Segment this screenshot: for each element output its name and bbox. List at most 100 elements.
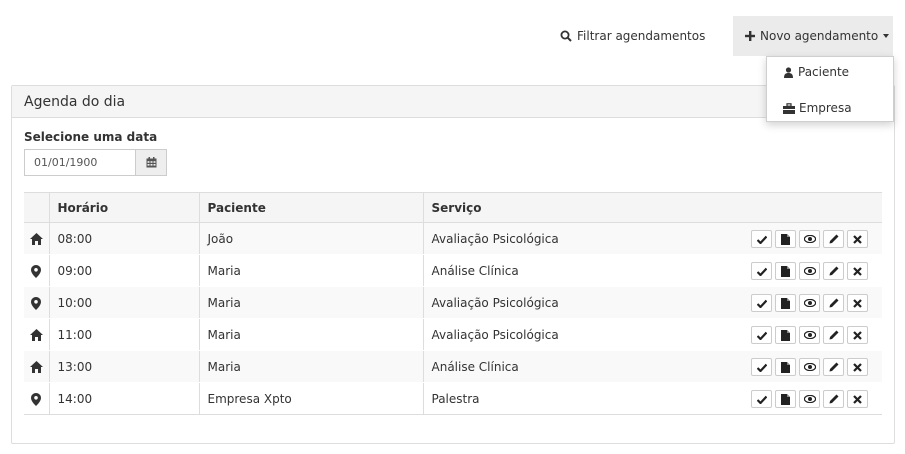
delete-icon	[853, 330, 862, 340]
delete-button[interactable]	[847, 358, 868, 376]
home-icon	[29, 233, 43, 245]
view-button[interactable]	[799, 326, 820, 344]
document-button[interactable]	[775, 262, 796, 280]
row-actions	[751, 390, 868, 408]
daily-agenda-panel: Agenda do dia Selecione uma data Horário…	[11, 85, 895, 444]
document-button[interactable]	[775, 358, 796, 376]
menu-item-label: Paciente	[798, 65, 850, 79]
document-button[interactable]	[775, 390, 796, 408]
view-icon	[803, 395, 816, 403]
date-input[interactable]	[24, 149, 135, 176]
view-icon	[803, 235, 816, 243]
user-icon	[784, 66, 793, 78]
delete-button[interactable]	[847, 230, 868, 248]
view-button[interactable]	[799, 230, 820, 248]
edit-button[interactable]	[823, 358, 844, 376]
row-actions	[751, 358, 868, 376]
edit-icon	[829, 362, 839, 372]
search-icon	[560, 30, 572, 42]
row-type-cell	[24, 286, 49, 319]
table-header-row: Horário Paciente Serviço	[24, 192, 882, 223]
caret-down-icon	[883, 34, 890, 38]
document-button[interactable]	[775, 230, 796, 248]
row-service-cell: Análise Clínica	[422, 350, 882, 383]
briefcase-icon	[783, 102, 795, 114]
edit-icon	[829, 330, 839, 340]
delete-button[interactable]	[847, 262, 868, 280]
confirm-button[interactable]	[751, 294, 772, 312]
row-service: Avaliação Psicológica	[431, 295, 559, 310]
confirm-icon	[756, 235, 767, 244]
delete-icon	[853, 362, 862, 372]
view-button[interactable]	[799, 358, 820, 376]
table-row: 08:00 João Avaliação Psicológica	[24, 222, 882, 255]
confirm-button[interactable]	[751, 358, 772, 376]
view-button[interactable]	[799, 262, 820, 280]
row-time: 13:00	[48, 350, 199, 383]
table-row: 13:00 Maria Análise Clínica	[24, 350, 882, 383]
confirm-button[interactable]	[751, 390, 772, 408]
delete-button[interactable]	[847, 294, 868, 312]
view-icon	[803, 331, 816, 339]
edit-icon	[829, 266, 839, 276]
row-type-cell	[24, 254, 49, 287]
table-row: 14:00 Empresa Xpto Palestra	[24, 382, 882, 415]
row-time: 14:00	[48, 382, 199, 415]
header-type	[24, 192, 49, 223]
row-time: 11:00	[48, 318, 199, 351]
delete-button[interactable]	[847, 390, 868, 408]
row-service: Palestra	[431, 391, 480, 406]
edit-button[interactable]	[823, 230, 844, 248]
table-row: 10:00 Maria Avaliação Psicológica	[24, 286, 882, 319]
view-button[interactable]	[799, 390, 820, 408]
view-icon	[803, 267, 816, 275]
date-label: Selecione uma data	[24, 130, 158, 144]
confirm-button[interactable]	[751, 262, 772, 280]
document-icon	[781, 361, 790, 373]
delete-icon	[853, 298, 862, 308]
document-button[interactable]	[775, 326, 796, 344]
document-icon	[781, 233, 790, 245]
header-time: Horário	[48, 192, 199, 223]
confirm-icon	[756, 363, 767, 372]
plus-icon	[745, 31, 755, 41]
document-icon	[781, 297, 790, 309]
map-marker-icon	[31, 392, 42, 406]
edit-button[interactable]	[823, 390, 844, 408]
row-patient: Maria	[198, 318, 423, 351]
row-time: 10:00	[48, 286, 199, 319]
row-type-cell	[24, 222, 49, 255]
delete-icon	[853, 394, 862, 404]
home-icon	[29, 329, 43, 341]
edit-icon	[829, 298, 839, 308]
view-icon	[803, 363, 816, 371]
row-time: 09:00	[48, 254, 199, 287]
new-appointment-label: Novo agendamento	[760, 29, 879, 43]
confirm-icon	[756, 267, 767, 276]
menu-item-empresa[interactable]: Empresa	[767, 98, 893, 118]
row-actions	[751, 294, 868, 312]
map-marker-icon	[31, 296, 42, 310]
confirm-button[interactable]	[751, 326, 772, 344]
calendar-button[interactable]	[135, 149, 167, 176]
filter-appointments-button[interactable]: Filtrar agendamentos	[560, 28, 705, 44]
row-service-cell: Palestra	[422, 382, 882, 415]
row-service: Avaliação Psicológica	[431, 327, 559, 342]
panel-title: Agenda do dia	[12, 86, 894, 118]
new-appointment-button[interactable]: Novo agendamento	[733, 16, 893, 56]
edit-button[interactable]	[823, 262, 844, 280]
menu-item-paciente[interactable]: Paciente	[767, 62, 893, 82]
edit-icon	[829, 234, 839, 244]
view-button[interactable]	[799, 294, 820, 312]
appointments-table: Horário Paciente Serviço 08:00 João Avalia…	[24, 192, 882, 415]
row-type-cell	[24, 350, 49, 383]
edit-button[interactable]	[823, 294, 844, 312]
document-button[interactable]	[775, 294, 796, 312]
row-time: 08:00	[48, 222, 199, 255]
delete-button[interactable]	[847, 326, 868, 344]
edit-button[interactable]	[823, 326, 844, 344]
document-icon	[781, 329, 790, 341]
edit-icon	[829, 394, 839, 404]
confirm-button[interactable]	[751, 230, 772, 248]
menu-item-label: Empresa	[799, 101, 852, 115]
